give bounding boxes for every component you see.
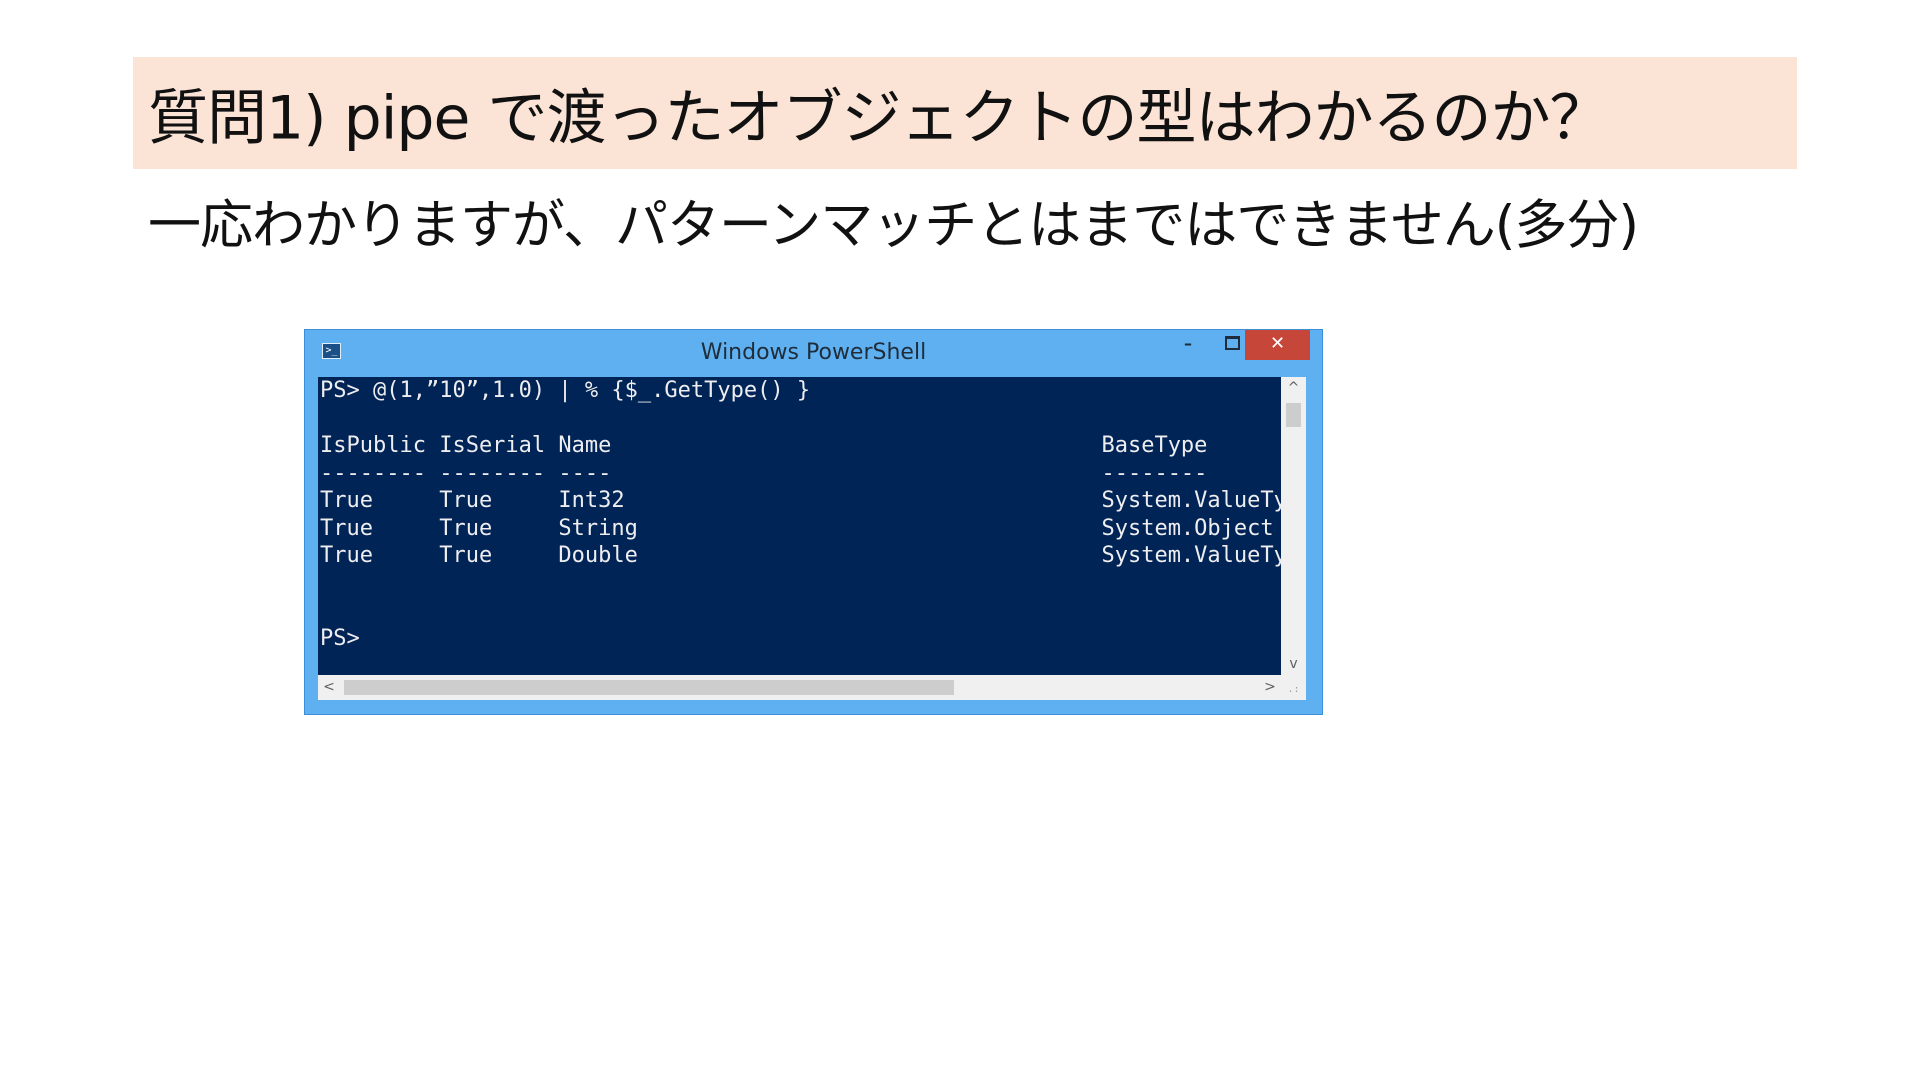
slide-title: 質問1) pipe で渡ったオブジェクトの型はわかるのか？ xyxy=(148,83,1609,154)
minimize-button[interactable]: – xyxy=(1166,330,1210,360)
horizontal-scrollbar[interactable]: < > xyxy=(318,675,1281,700)
window-titlebar[interactable]: >_ Windows PowerShell – ✕ xyxy=(305,330,1322,377)
slide-title-box: 質問1) pipe で渡ったオブジェクトの型はわかるのか？ xyxy=(133,57,1797,169)
console-area[interactable]: PS> @(1,”10”,1.0) | % {$_.GetType() } Is… xyxy=(318,377,1281,675)
slide-subtitle: 一応わかりますが、パターンマッチとはまではできません(多分) xyxy=(148,195,1639,256)
vertical-scrollbar[interactable]: ^ v xyxy=(1281,377,1306,675)
resize-grip-icon[interactable]: .: xyxy=(1281,675,1306,700)
maximize-icon xyxy=(1224,335,1240,350)
close-button[interactable]: ✕ xyxy=(1245,330,1310,360)
powershell-window: >_ Windows PowerShell – ✕ PS> @(1,”10”,1… xyxy=(304,329,1323,715)
close-icon: ✕ xyxy=(1269,333,1286,354)
scroll-right-icon[interactable]: > xyxy=(1259,675,1281,700)
console-output: PS> @(1,”10”,1.0) | % {$_.GetType() } Is… xyxy=(320,378,1281,651)
scroll-left-icon[interactable]: < xyxy=(318,675,340,700)
vertical-scroll-thumb[interactable] xyxy=(1286,403,1301,427)
minimize-icon: – xyxy=(1184,334,1192,353)
scroll-up-icon[interactable]: ^ xyxy=(1281,377,1306,399)
horizontal-scroll-thumb[interactable] xyxy=(344,680,954,695)
scroll-down-icon[interactable]: v xyxy=(1281,653,1306,675)
